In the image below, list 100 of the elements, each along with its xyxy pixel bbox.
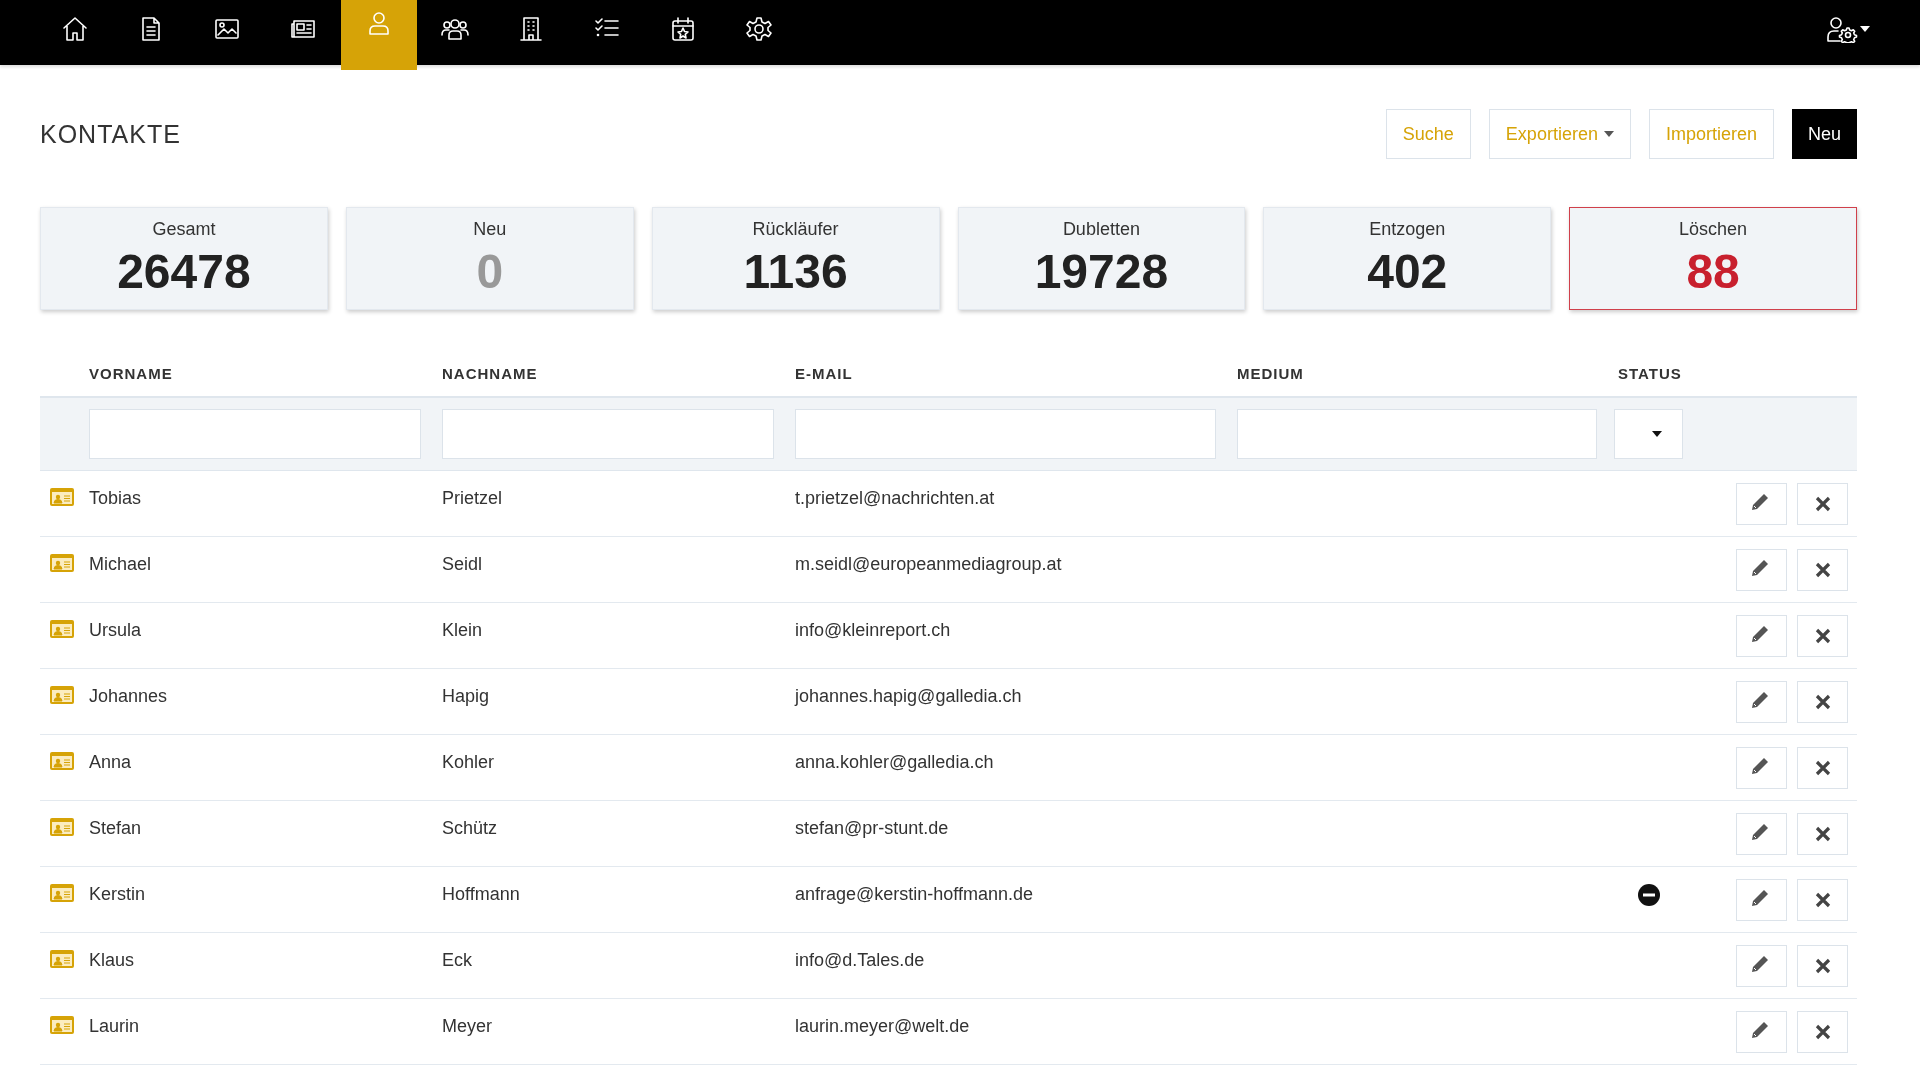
table-cell-text: Schütz: [442, 817, 499, 839]
column-header: MEDIUM: [1237, 364, 1305, 382]
caret-icon: [1652, 431, 1662, 437]
table-cell-text: Klaus: [89, 949, 136, 971]
building-icon: [517, 15, 545, 43]
stat-card[interactable]: Gesamt 26478: [40, 207, 328, 310]
stat-value: 1136: [743, 243, 848, 299]
table-cell-text: Johannes: [89, 685, 169, 707]
stat-label: Neu: [473, 218, 507, 240]
close-icon: [1814, 958, 1831, 974]
delete-button[interactable]: [1797, 1011, 1848, 1053]
close-icon: [1814, 826, 1831, 842]
stat-label: Rückläufer: [752, 218, 839, 240]
table-cell-text: info@kleinreport.ch: [795, 619, 952, 641]
close-icon: [1814, 562, 1831, 578]
edit-button[interactable]: [1736, 549, 1787, 591]
stat-card[interactable]: Dubletten 19728: [957, 207, 1246, 310]
filter-field[interactable]: [89, 409, 421, 459]
contact-card-icon: [50, 1016, 74, 1034]
edit-button[interactable]: [1736, 615, 1787, 657]
table-cell-text: Eck: [442, 949, 473, 971]
table-cell-text: Seidl: [442, 553, 484, 575]
contact-card-icon: [50, 488, 74, 506]
filter-field[interactable]: [795, 409, 1216, 459]
table-cell-text: Michael: [89, 553, 153, 575]
stat-value: 26478: [117, 243, 251, 299]
delete-button[interactable]: [1797, 549, 1848, 591]
edit-button[interactable]: [1736, 1011, 1787, 1053]
contact-card-icon: [50, 686, 74, 704]
caret-icon: [1603, 131, 1614, 137]
table-cell-text: Klein: [442, 619, 484, 641]
stat-card[interactable]: Neu 0: [345, 207, 634, 310]
contact-card-icon: [50, 554, 74, 572]
table-cell-text: m.seidl@europeanmediagroup.at: [795, 553, 1063, 575]
table-cell-text: Meyer: [442, 1015, 493, 1037]
edit-button[interactable]: [1736, 813, 1787, 855]
filter-field[interactable]: [442, 409, 774, 459]
column-header: STATUS: [1618, 364, 1683, 382]
edit-button[interactable]: [1736, 879, 1787, 921]
home-icon: [61, 15, 89, 43]
delete-button[interactable]: [1797, 615, 1848, 657]
contact-card-icon: [50, 620, 74, 638]
close-icon: [1814, 760, 1831, 776]
table-cell-text: johannes.hapig@galledia.ch: [795, 685, 1023, 707]
close-icon: [1814, 628, 1831, 644]
settings-icon: [745, 15, 773, 43]
close-icon: [1814, 1024, 1831, 1040]
stat-card[interactable]: Löschen 88: [1569, 207, 1857, 310]
close-icon: [1814, 496, 1831, 512]
page-title: KONTAKTE: [40, 119, 182, 149]
contact-card-icon: [50, 818, 74, 836]
table-cell-text: Laurin: [89, 1015, 141, 1037]
caret-icon: [1860, 26, 1870, 32]
contact-card-icon: [50, 950, 74, 968]
table-cell-text: anna.kohler@galledia.ch: [795, 751, 995, 773]
table-cell-text: Anna: [89, 751, 133, 773]
delete-button[interactable]: [1797, 813, 1848, 855]
column-header: VORNAME: [89, 364, 174, 382]
stat-value: 19728: [1034, 243, 1169, 299]
delete-button[interactable]: [1797, 879, 1848, 921]
close-icon: [1814, 892, 1831, 908]
delete-button[interactable]: [1797, 945, 1848, 987]
contact-card-icon: [50, 884, 74, 902]
filter-field[interactable]: [1237, 409, 1597, 459]
table-cell-text: anfrage@kerstin-hoffmann.de: [795, 883, 1035, 905]
table-cell-text: t.prietzel@nachrichten.at: [795, 487, 996, 509]
stat-value: 0: [476, 243, 504, 299]
edit-button[interactable]: [1736, 747, 1787, 789]
edit-button[interactable]: [1736, 483, 1787, 525]
table-cell-text: laurin.meyer@welt.de: [795, 1015, 971, 1037]
stat-card[interactable]: Entzogen 402: [1263, 207, 1552, 310]
table-cell-text: Kohler: [442, 751, 496, 773]
contact-card-icon: [50, 752, 74, 770]
stat-value: 88: [1686, 243, 1740, 299]
delete-button[interactable]: [1797, 483, 1848, 525]
delete-button[interactable]: [1797, 747, 1848, 789]
user-settings-icon: [1826, 15, 1858, 43]
table-cell-text: Tobias: [89, 487, 143, 509]
stat-value: 402: [1367, 243, 1448, 299]
calendar-star-icon: [669, 15, 697, 43]
edit-button[interactable]: [1736, 681, 1787, 723]
stat-card[interactable]: Rückläufer 1136: [651, 207, 940, 310]
table-cell-text: Hoffmann: [442, 883, 521, 905]
table-cell-text: stefan@pr-stunt.de: [795, 817, 950, 839]
table-cell-text: Hapig: [442, 685, 491, 707]
edit-button[interactable]: [1736, 945, 1787, 987]
stat-label: Dubletten: [1062, 218, 1140, 240]
table-cell-text: Stefan: [89, 817, 143, 839]
button[interactable]: Neu: [1791, 109, 1857, 159]
column-header: E-MAIL: [795, 364, 854, 382]
table-cell-text: Prietzel: [442, 487, 504, 509]
stat-label: Löschen: [1679, 218, 1748, 240]
stat-label: Entzogen: [1369, 218, 1446, 240]
table-cell-text: Kerstin: [89, 883, 147, 905]
table-cell-text: Ursula: [89, 619, 142, 641]
delete-button[interactable]: [1797, 681, 1848, 723]
close-icon: [1814, 694, 1831, 710]
table-cell-text: info@d.Tales.de: [795, 949, 926, 971]
stat-label: Gesamt: [152, 218, 216, 240]
column-header: NACHNAME: [442, 364, 539, 382]
